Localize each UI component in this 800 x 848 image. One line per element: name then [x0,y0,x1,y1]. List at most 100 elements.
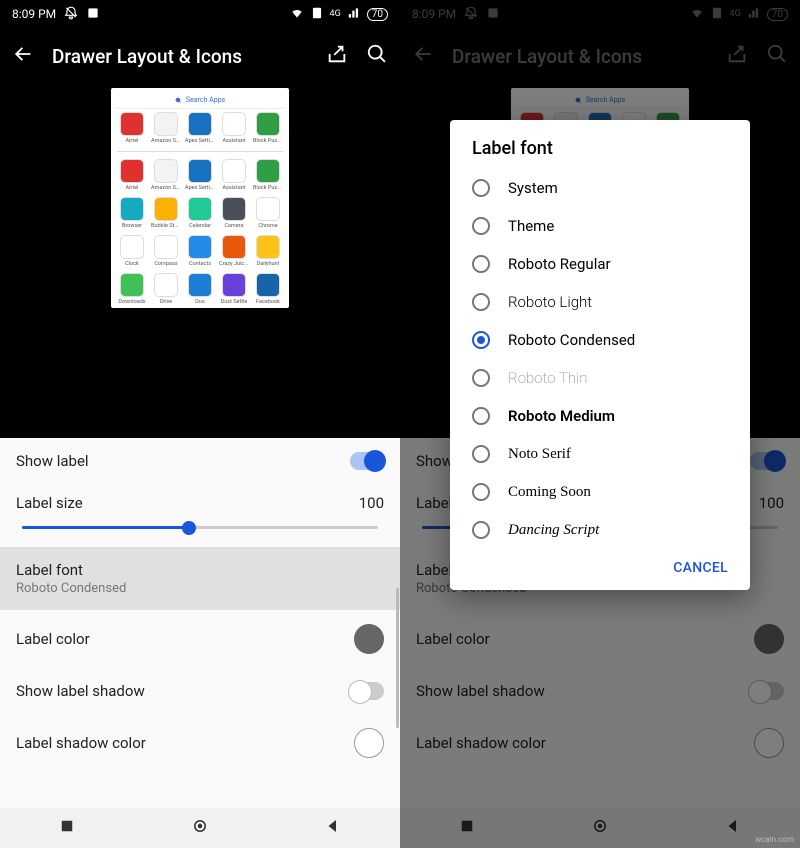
card-icon [86,6,100,23]
font-option-label: Dancing Script [508,522,599,539]
sim-icon [310,6,324,23]
signal-icon [347,6,361,23]
font-option-label: Roboto Medium [508,407,615,425]
font-option[interactable]: Noto Serif [458,435,742,473]
wifi-icon [290,6,304,23]
show-label-text: Show label [16,452,89,470]
preview-app: Crazy Juicer [219,235,249,267]
show-label-switch[interactable] [350,452,384,470]
preview-app: Block Puzzl.. [253,112,283,144]
cancel-button[interactable]: CANCEL [673,560,728,576]
radio-icon [472,407,490,425]
preview-app: Apex Settin.. [185,159,215,191]
font-option[interactable]: Coming Soon [458,473,742,511]
label-size-value: 100 [359,494,384,512]
radio-icon [472,331,490,349]
radio-icon [472,255,490,273]
preview-app: Dust Settle [219,273,249,305]
label-color-text: Label color [16,630,90,648]
font-option[interactable]: Roboto Condensed [458,321,742,359]
preview-app: Downloads [117,273,147,305]
font-option-label: Coming Soon [508,484,591,501]
preview-app: Chrome [253,197,283,229]
font-option-label: Theme [508,217,554,235]
preview-app: Drive [151,273,181,305]
preview-app: Clock [117,235,147,267]
status-time: 8:09 PM [12,7,56,21]
preview-app: Block Puzzl.. [253,159,283,191]
show-label-shadow-text: Show label shadow [16,682,145,700]
nav-home-icon[interactable] [191,817,209,839]
battery-indicator: 70 [367,8,388,21]
right-screenshot: 8:09 PM 4G 70 Drawer Layout & Icons [400,0,800,848]
dnd-icon [64,6,78,23]
left-screenshot: 8:09 PM 4G 70 Drawer Layout & Icons [0,0,400,848]
setting-show-label-shadow[interactable]: Show label shadow [0,668,400,714]
app-bar: Drawer Layout & Icons [0,28,400,84]
font-option-label: Roboto Thin [508,369,587,387]
font-option[interactable]: System [458,169,742,207]
scroll-indicator [396,588,399,728]
radio-icon [472,369,490,387]
watermark: wcaln.com [755,835,794,844]
font-option-label: Noto Serif [508,446,571,463]
network-label: 4G [330,9,341,19]
font-option[interactable]: Roboto Thin [458,359,742,397]
preview-search: Search Apps [115,92,285,109]
font-option[interactable]: Roboto Regular [458,245,742,283]
dialog-title: Label font [458,138,742,169]
navigation-bar [0,808,400,848]
page-title: Drawer Layout & Icons [52,45,308,68]
font-option[interactable]: Dancing Script [458,511,742,549]
setting-label-font[interactable]: Label font Roboto Condensed [0,547,400,610]
preview-app: Calendar [185,197,215,229]
radio-icon [472,483,490,501]
label-font-dialog: Label font System Theme Roboto Regular Robo… [450,120,750,590]
preview-app: Assistant [219,159,249,191]
preview-app: Airtel [117,159,147,191]
label-size-slider[interactable] [22,526,378,529]
font-option[interactable]: Roboto Light [458,283,742,321]
setting-label-color[interactable]: Label color [0,610,400,668]
font-option-label: Roboto Regular [508,255,611,273]
font-option[interactable]: Theme [458,207,742,245]
setting-label-shadow-color[interactable]: Label shadow color [0,714,400,772]
font-option-label: Roboto Condensed [508,331,635,349]
label-shadow-color-text: Label shadow color [16,734,146,752]
label-size-text: Label size [16,494,83,512]
preview-app: Camera [219,197,249,229]
preview-app: Bubble Story [151,197,181,229]
nav-recent-icon[interactable] [58,817,76,839]
radio-icon [472,179,490,197]
export-icon[interactable] [326,43,348,69]
show-label-shadow-switch[interactable] [350,682,384,700]
preview-app: Browser [117,197,147,229]
setting-label-size[interactable]: Label size 100 [0,484,400,547]
setting-show-label[interactable]: Show label [0,438,400,484]
status-bar: 8:09 PM 4G 70 [0,0,400,28]
nav-back-icon[interactable] [324,817,342,839]
label-font-text: Label font [16,561,126,579]
settings-panel: Show label Label size 100 Label font Rob… [0,438,400,808]
search-icon[interactable] [366,43,388,69]
preview-app: Duo [185,273,215,305]
preview-app: Amazon Sh.. [151,159,181,191]
preview-app: Airtel [117,112,147,144]
label-font-value: Roboto Condensed [16,581,126,596]
radio-icon [472,445,490,463]
radio-icon [472,521,490,539]
label-color-swatch[interactable] [354,624,384,654]
preview-app: Amazon Sh.. [151,112,181,144]
back-icon[interactable] [12,43,34,69]
preview-search-label: Search Apps [186,96,225,104]
preview-app: Contacts [185,235,215,267]
label-shadow-color-swatch[interactable] [354,728,384,758]
drawer-preview: Search Apps AirtelAmazon Sh..Apex Settin… [0,84,400,438]
radio-icon [472,217,490,235]
preview-app: Facebook [253,273,283,305]
radio-icon [472,293,490,311]
font-option-label: Roboto Light [508,293,592,311]
font-option[interactable]: Roboto Medium [458,397,742,435]
preview-app: Dailyhunt [253,235,283,267]
preview-app: Assistant [219,112,249,144]
